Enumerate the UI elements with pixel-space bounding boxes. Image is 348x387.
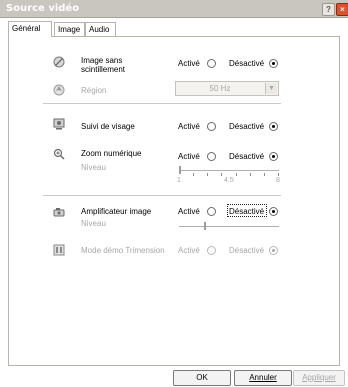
help-button[interactable]: ? bbox=[322, 3, 335, 16]
zoom-off-radio[interactable] bbox=[269, 152, 278, 161]
apply-button[interactable]: Appliquer bbox=[293, 370, 345, 386]
camera-icon bbox=[53, 206, 65, 218]
close-button[interactable]: × bbox=[336, 3, 348, 16]
no-flicker-icon bbox=[53, 56, 65, 68]
trimension-on-radio[interactable] bbox=[207, 246, 216, 255]
window-title: Source vidéo bbox=[6, 3, 80, 14]
enhancer-slider-track[interactable] bbox=[179, 226, 279, 227]
flicker-off-label: Désactivé bbox=[229, 59, 265, 68]
region-icon bbox=[53, 84, 65, 96]
tab-image[interactable]: Image bbox=[54, 22, 85, 36]
title-bar: Source vidéo ? × bbox=[0, 0, 348, 18]
trimension-label: Mode démo Trimension bbox=[81, 246, 165, 255]
region-value: 50 Hz bbox=[209, 84, 231, 93]
tab-general[interactable]: Général bbox=[8, 21, 52, 37]
zoom-on-label: Activé bbox=[178, 152, 200, 161]
enhancer-off-label: Désactivé bbox=[229, 207, 265, 216]
slider-tick bbox=[264, 173, 265, 176]
enhancer-slider-thumb[interactable] bbox=[204, 222, 206, 230]
ok-button[interactable]: OK bbox=[173, 370, 231, 386]
slider-tick bbox=[221, 173, 222, 176]
tab-audio[interactable]: Audio bbox=[85, 22, 116, 36]
chevron-down-icon: ▼ bbox=[265, 83, 277, 94]
slider-tick bbox=[278, 173, 279, 176]
zoom-icon bbox=[53, 148, 65, 160]
zoom-level-label: Niveau bbox=[81, 163, 106, 172]
face-tracking-on-radio[interactable] bbox=[207, 122, 216, 131]
region-label: Région bbox=[81, 86, 107, 95]
trimension-off-radio[interactable] bbox=[269, 246, 278, 255]
cancel-button[interactable]: Annuler bbox=[234, 370, 292, 386]
zoom-off-label: Désactivé bbox=[229, 152, 265, 161]
face-tracking-off-radio[interactable] bbox=[269, 122, 278, 131]
zoom-slider-track[interactable] bbox=[179, 170, 279, 171]
zoom-on-radio[interactable] bbox=[207, 152, 216, 161]
separator bbox=[43, 103, 281, 104]
slider-tick bbox=[236, 173, 237, 176]
flicker-off-radio[interactable] bbox=[269, 59, 278, 68]
enhancer-level-label: Niveau bbox=[81, 219, 106, 228]
trimension-off-label: Désactivé bbox=[229, 246, 265, 255]
flicker-label: Image sans scintillement bbox=[81, 56, 126, 74]
zoom-slider-thumb[interactable] bbox=[179, 166, 181, 174]
trimension-on-label: Activé bbox=[178, 246, 200, 255]
slider-tick bbox=[193, 173, 194, 176]
zoom-max-label: 8 bbox=[276, 177, 280, 184]
enhancer-on-radio[interactable] bbox=[207, 207, 216, 216]
image-enhancer-label: Amplificateur image bbox=[81, 207, 152, 216]
face-tracking-off-label: Désactivé bbox=[229, 122, 265, 131]
slider-tick bbox=[250, 173, 251, 176]
zoom-min-label: 1 bbox=[177, 177, 181, 184]
flicker-on-label: Activé bbox=[178, 59, 200, 68]
enhancer-off-radio[interactable] bbox=[269, 207, 278, 216]
trimension-icon bbox=[53, 244, 65, 256]
region-select[interactable]: 50 Hz ▼ bbox=[175, 81, 279, 96]
face-tracking-icon bbox=[53, 118, 65, 130]
face-tracking-label: Suivi de visage bbox=[81, 122, 135, 131]
enhancer-on-label: Activé bbox=[178, 207, 200, 216]
flicker-on-radio[interactable] bbox=[207, 59, 216, 68]
face-tracking-on-label: Activé bbox=[178, 122, 200, 131]
slider-tick bbox=[207, 173, 208, 176]
digital-zoom-label: Zoom numérique bbox=[81, 149, 142, 158]
separator bbox=[43, 195, 281, 196]
zoom-mid-label: 4.5 bbox=[224, 177, 234, 184]
